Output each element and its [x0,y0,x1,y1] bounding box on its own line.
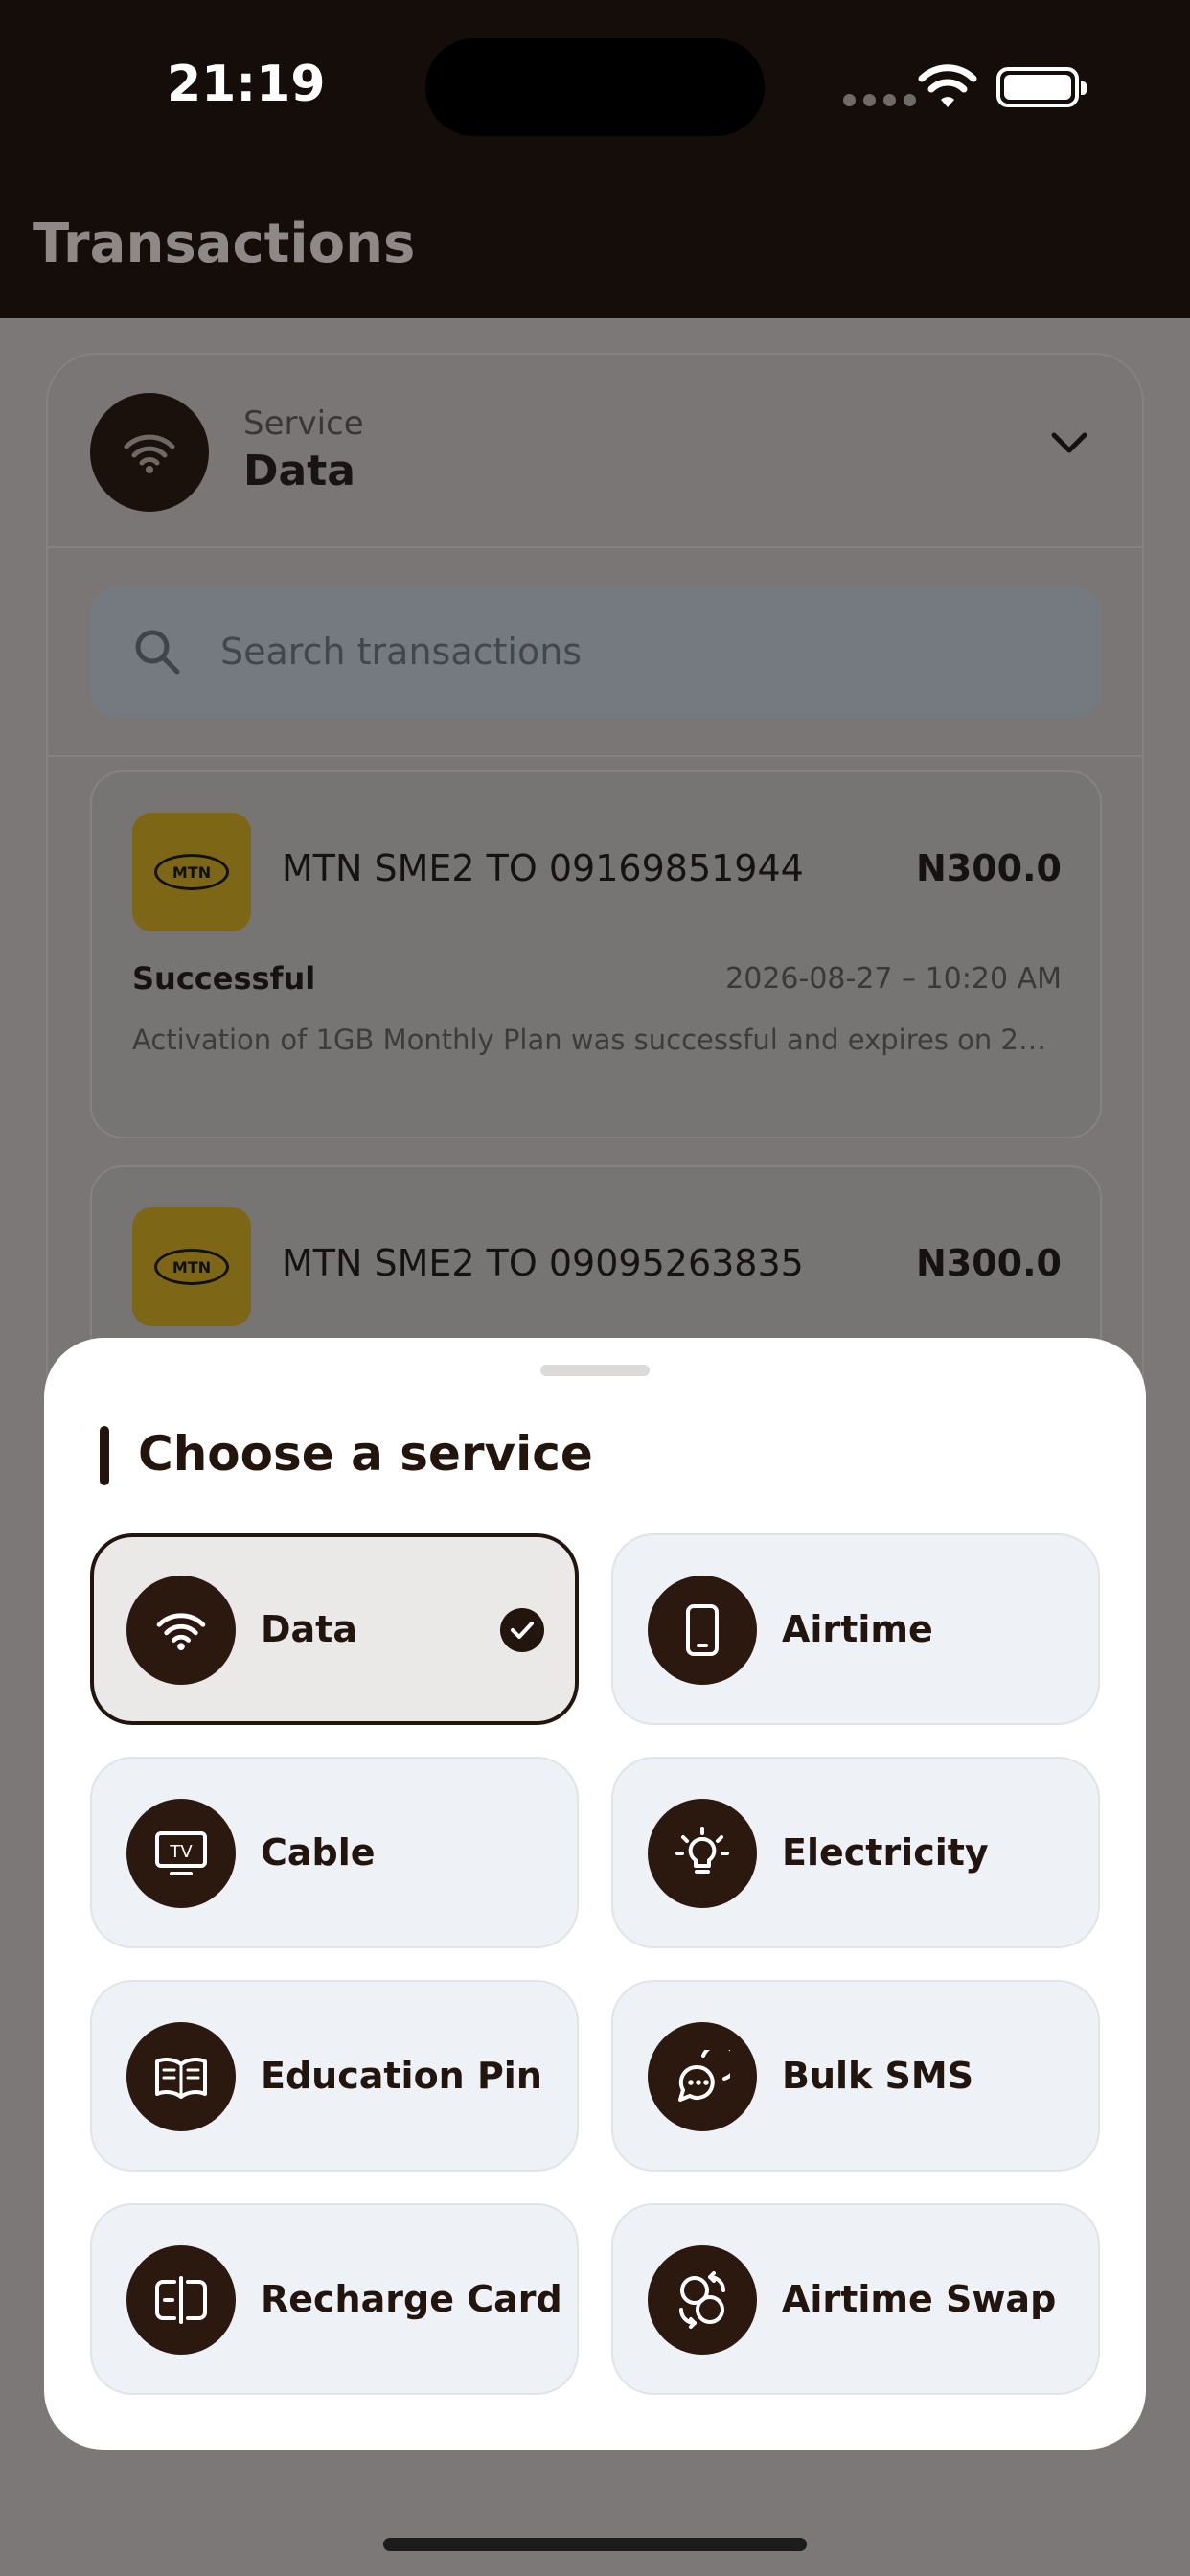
service-picker-sheet: Choose a service Data Airtime TV Cable E… [44,1338,1146,2450]
service-label: Service [243,404,364,443]
tv-icon: TV [126,1799,236,1908]
mtn-logo: MTN [132,1208,251,1326]
service-tile-label: Electricity [782,1831,989,1874]
service-tile-label: Bulk SMS [782,2055,974,2097]
app-header: Transactions [0,182,1190,318]
service-tile-label: Cable [261,1831,376,1874]
wifi-icon [126,1576,236,1685]
bulb-icon [648,1799,757,1908]
transaction-description: Activation of 1GB Monthly Plan was succe… [132,1024,1062,1056]
service-tile-label: Recharge Card [261,2278,562,2320]
transaction-status: Successful [132,960,316,997]
dynamic-island [425,38,765,136]
service-tile-label: Airtime [782,1608,933,1650]
service-tile-recharge-card[interactable]: Recharge Card [90,2203,579,2395]
transaction-title: MTN SME2 TO 09095263835 [282,1242,804,1284]
status-time: 21:19 [167,56,326,113]
service-selector[interactable]: Service Data [48,355,1142,548]
service-tile-cable[interactable]: TV Cable [90,1757,579,1948]
service-tile-education-pin[interactable]: Education Pin [90,1980,579,2172]
service-tile-label: Data [261,1608,357,1650]
swap-icon [648,2245,757,2355]
service-tile-label: Airtime Swap [782,2278,1057,2320]
chevron-down-icon[interactable] [1050,431,1088,456]
cellular-signal-icon [843,94,916,106]
sheet-grabber[interactable] [540,1365,650,1376]
service-tile-airtime-swap[interactable]: Airtime Swap [611,2203,1100,2395]
transaction-amount: N300.0 [916,1242,1062,1284]
page-title: Transactions [33,213,416,275]
sheet-title: Choose a service [138,1426,593,1482]
status-bar: 21:19 [0,0,1190,182]
service-tile-bulk-sms[interactable]: Bulk SMS [611,1980,1100,2172]
transaction-date: 2026-08-27 – 10:20 AM [725,962,1062,996]
service-value: Data [243,447,355,495]
svg-text:TV: TV [169,1842,193,1862]
book-icon [126,2022,236,2131]
home-indicator [383,2538,807,2551]
mtn-logo: MTN [132,813,251,932]
wifi-status-icon [918,64,977,107]
service-tile-electricity[interactable]: Electricity [611,1757,1100,1948]
service-tile-data[interactable]: Data [90,1533,579,1725]
service-tile-label: Education Pin [261,2055,542,2097]
chat-icon [648,2022,757,2131]
title-accent-bar [100,1426,109,1485]
search-section [48,548,1142,757]
card-icon [126,2245,236,2355]
checkmark-icon [500,1608,544,1652]
search-bar[interactable] [90,586,1102,719]
search-input[interactable] [220,623,1064,680]
transaction-amount: N300.0 [916,847,1062,889]
transaction-title: MTN SME2 TO 09169851944 [282,847,804,889]
battery-icon [996,67,1087,107]
service-tile-airtime[interactable]: Airtime [611,1533,1100,1725]
phone-icon [648,1576,757,1685]
service-wifi-icon [90,393,209,512]
search-icon [135,630,180,675]
transaction-card[interactable]: MTN MTN SME2 TO 09169851944 N300.0 Succe… [90,770,1102,1138]
